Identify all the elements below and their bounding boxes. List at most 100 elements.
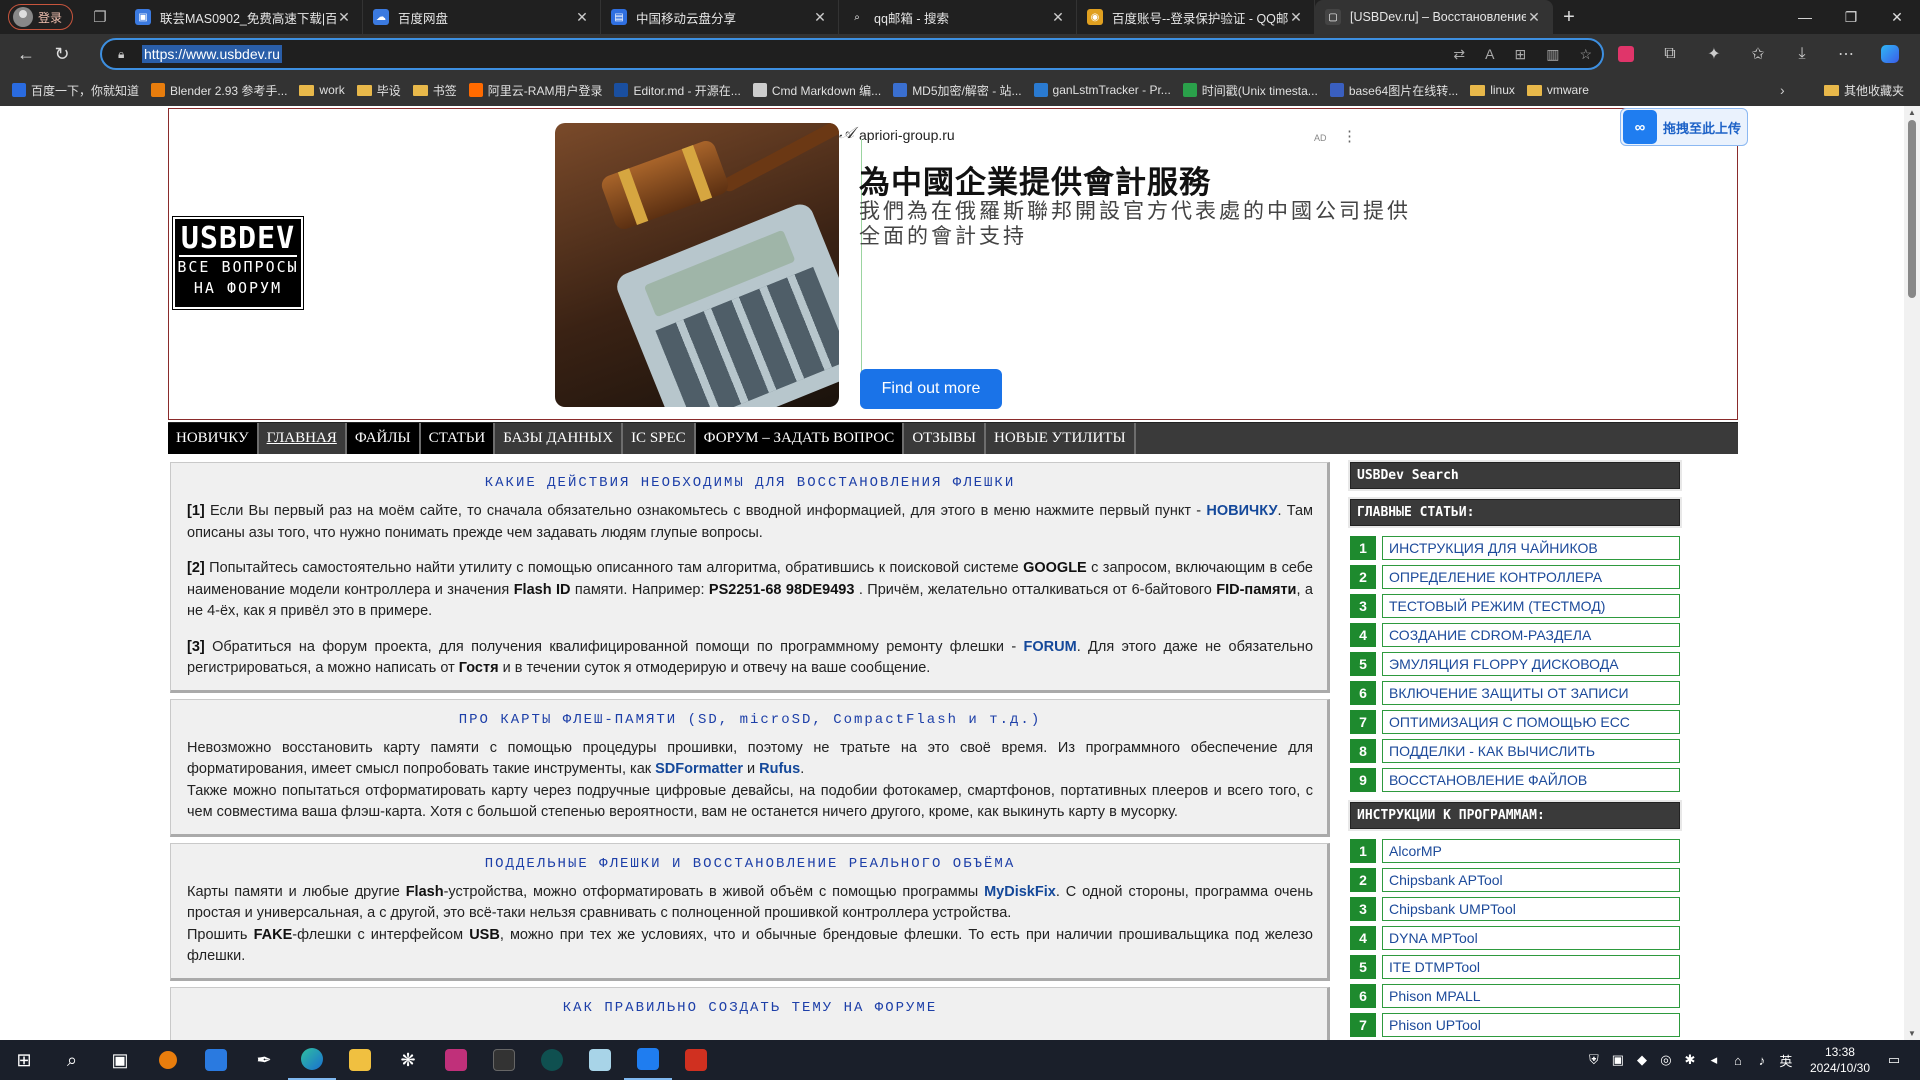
close-tab-icon[interactable]: ✕ [574, 9, 590, 26]
bookmark-folder[interactable]: 毕设 [356, 82, 401, 99]
item-label[interactable]: ВКЛЮЧЕНИЕ ЗАЩИТЫ ОТ ЗАПИСИ [1382, 681, 1680, 705]
start-icon[interactable]: ⊞ [0, 1040, 48, 1080]
link-sdformatter[interactable]: SDFormatter [655, 761, 743, 777]
favorites-icon[interactable]: ✩ [1736, 44, 1780, 64]
network-icon[interactable]: ⌂ [1726, 1053, 1750, 1068]
article-link-item[interactable]: 1 ИНСТРУКЦИЯ ДЛЯ ЧАЙНИКОВ [1350, 536, 1680, 560]
advertisement[interactable]: 𝒜 apriori-group.ru AD ⋮ 為中國企業提供會計服務 我們為在… [539, 113, 1499, 413]
menu-otzyvy[interactable]: ОТЗЫВЫ [904, 423, 986, 454]
menu-faily[interactable]: ФАЙЛЫ [346, 423, 421, 454]
browser-tab[interactable]: ▣ 联芸MAS0902_免费高速下载|百度 ✕ [125, 0, 364, 34]
bookmark-folder[interactable]: vmware [1526, 83, 1589, 97]
settings-more-icon[interactable]: ⋯ [1824, 44, 1868, 64]
page-scrollbar[interactable]: ▲ ▼ [1904, 106, 1920, 1040]
ad-image-gavel-calculator[interactable] [555, 123, 839, 407]
bookmark-item[interactable]: 阿里云-RAM用户登录 [468, 82, 602, 99]
item-label[interactable]: ИНСТРУКЦИЯ ДЛЯ ЧАЙНИКОВ [1382, 536, 1680, 560]
link-forum[interactable]: FORUM [1024, 639, 1077, 655]
favorite-star-icon[interactable]: ☆ [1579, 46, 1592, 63]
drag-upload-button[interactable]: ∞ 拖拽至此上传 [1620, 108, 1748, 146]
item-label[interactable]: ТЕСТОВЫЙ РЕЖИМ (ТЕСТМОД) [1382, 594, 1680, 618]
item-label[interactable]: Chipsbank UMPTool [1382, 897, 1680, 921]
program-link-item[interactable]: 7 Phison UPTool [1350, 1013, 1680, 1037]
scroll-thumb[interactable] [1908, 120, 1916, 298]
program-link-item[interactable]: 4 DYNA MPTool [1350, 926, 1680, 950]
item-label[interactable]: ITE DTMPTool [1382, 955, 1680, 979]
ad-headline[interactable]: 為中國企業提供會計服務 [859, 157, 1211, 202]
file-explorer-icon[interactable] [336, 1040, 384, 1080]
tray-red-icon[interactable]: ◂ [1702, 1052, 1726, 1068]
close-tab-icon[interactable]: ✕ [1288, 9, 1304, 26]
app-icon-light[interactable] [576, 1040, 624, 1080]
bookmark-item[interactable]: 百度一下，你就知道 [12, 82, 139, 99]
item-label[interactable]: ЭМУЛЯЦИЯ FLOPPY ДИСКОВОДА [1382, 652, 1680, 676]
clock[interactable]: 13:38 2024/10/30 [1810, 1044, 1870, 1076]
article-link-item[interactable]: 4 СОЗДАНИЕ CDROM-РАЗДЕЛА [1350, 623, 1680, 647]
link-rufus[interactable]: Rufus [759, 761, 800, 777]
bookmark-item[interactable]: Cmd Markdown 编... [752, 82, 881, 99]
browser-tab[interactable]: ⌕ qq邮箱 - 搜索 ✕ [839, 0, 1078, 34]
item-label[interactable]: AlcorMP [1382, 839, 1680, 863]
program-link-item[interactable]: 2 Chipsbank APTool [1350, 868, 1680, 892]
link-mydiskfix[interactable]: MyDiskFix [984, 884, 1056, 900]
security-icon[interactable]: ⛨ [1582, 1052, 1606, 1068]
volume-icon[interactable]: ♪ [1750, 1053, 1774, 1068]
lock-icon[interactable]: 🔒︎ [118, 47, 134, 62]
menu-novichku[interactable]: НОВИЧКУ [168, 423, 259, 454]
extension-translate-icon[interactable] [1604, 46, 1648, 62]
app-install-icon[interactable]: ⊞ [1514, 46, 1526, 63]
article-link-item[interactable]: 5 ЭМУЛЯЦИЯ FLOPPY ДИСКОВОДА [1350, 652, 1680, 676]
app-icon-red[interactable] [672, 1040, 720, 1080]
scroll-up-icon[interactable]: ▲ [1904, 108, 1920, 117]
read-aloud-icon[interactable]: A [1485, 46, 1494, 63]
browser-tab[interactable]: ◉ 百度账号--登录保护验证 - QQ邮箱 ✕ [1077, 0, 1316, 34]
bookmark-item[interactable]: Editor.md - 开源在... [614, 82, 741, 99]
article-link-item[interactable]: 3 ТЕСТОВЫЙ РЕЖИМ (ТЕСТМОД) [1350, 594, 1680, 618]
bookmark-item[interactable]: base64图片在线转... [1329, 82, 1458, 99]
other-bookmarks-folder[interactable]: 其他收藏夹 [1824, 82, 1904, 99]
article-link-item[interactable]: 2 ОПРЕДЕЛЕНИЕ КОНТРОЛЛЕРА [1350, 565, 1680, 589]
nvidia-icon[interactable]: ◆ [1630, 1052, 1654, 1068]
app-icon-pink[interactable] [432, 1040, 480, 1080]
extension-icon[interactable]: ⧉ [1648, 45, 1692, 63]
search-icon[interactable]: ⌕ [48, 1040, 96, 1080]
scroll-down-icon[interactable]: ▼ [1904, 1029, 1920, 1038]
ad-cta-button[interactable]: Find out more [860, 369, 1002, 409]
item-label[interactable]: ОПРЕДЕЛЕНИЕ КОНТРОЛЛЕРА [1382, 565, 1680, 589]
item-label[interactable]: ВОССТАНОВЛЕНИЕ ФАЙЛОВ [1382, 768, 1680, 792]
menu-glavnaya[interactable]: ГЛАВНАЯ [259, 423, 347, 454]
item-label[interactable]: Phison UPTool [1382, 1013, 1680, 1037]
program-link-item[interactable]: 6 Phison MPALL [1350, 984, 1680, 1008]
menu-stati[interactable]: СТАТЬИ [420, 423, 496, 454]
tray-dot-icon[interactable]: ◎ [1654, 1052, 1678, 1068]
item-label[interactable]: ОПТИМИЗАЦИЯ С ПОМОЩЬЮ ECC [1382, 710, 1680, 734]
close-tab-icon[interactable]: ✕ [336, 9, 352, 26]
edge-icon[interactable] [288, 1040, 336, 1080]
minimize-icon[interactable]: — [1782, 0, 1828, 34]
app-icon-orange[interactable] [144, 1040, 192, 1080]
profile-button[interactable]: 登录 [8, 4, 74, 30]
article-link-item[interactable]: 6 ВКЛЮЧЕНИЕ ЗАЩИТЫ ОТ ЗАПИСИ [1350, 681, 1680, 705]
close-tab-icon[interactable]: ✕ [812, 9, 828, 26]
menu-bazy-dannyh[interactable]: БАЗЫ ДАННЫХ [495, 423, 624, 454]
app-icon-blue[interactable] [192, 1040, 240, 1080]
program-link-item[interactable]: 5 ITE DTMPTool [1350, 955, 1680, 979]
address-bar[interactable]: 🔒︎ https://www.usbdev.ru ⇄ A ⊞ ▥ ☆ [100, 38, 1604, 70]
program-link-item[interactable]: 3 Chipsbank UMPTool [1350, 897, 1680, 921]
copilot-icon[interactable] [1868, 45, 1912, 63]
url-text[interactable]: https://www.usbdev.ru [142, 45, 282, 63]
app-icon-dark[interactable] [480, 1040, 528, 1080]
article-link-item[interactable]: 7 ОПТИМИЗАЦИЯ С ПОМОЩЬЮ ECC [1350, 710, 1680, 734]
ime-indicator[interactable]: 英 [1774, 1051, 1798, 1070]
app-icon-teal[interactable] [528, 1040, 576, 1080]
new-tab-button[interactable]: + [1553, 6, 1585, 29]
split-screen-icon[interactable]: ▥ [1546, 46, 1559, 63]
bookmark-item[interactable]: 时间戳(Unix timesta... [1182, 82, 1318, 99]
browser-tab[interactable]: ☁ 百度网盘 ✕ [363, 0, 602, 34]
item-label[interactable]: СОЗДАНИЕ CDROM-РАЗДЕЛА [1382, 623, 1680, 647]
bookmark-folder[interactable]: work [299, 83, 345, 97]
bookmark-item[interactable]: MD5加密/解密 - 站... [893, 82, 1022, 99]
item-label[interactable]: Phison MPALL [1382, 984, 1680, 1008]
article-link-item[interactable]: 8 ПОДДЕЛКИ - КАК ВЫЧИСЛИТЬ [1350, 739, 1680, 763]
bookmark-item[interactable]: Blender 2.93 参考手... [151, 82, 287, 99]
